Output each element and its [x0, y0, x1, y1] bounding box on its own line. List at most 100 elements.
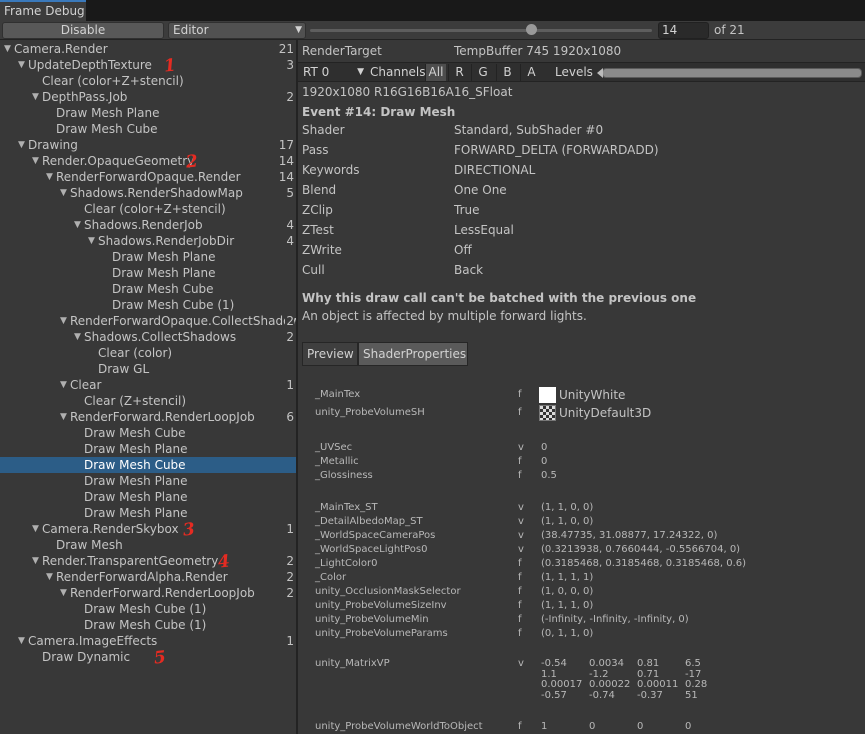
expand-arrow-icon[interactable]: ▼ [32, 89, 39, 105]
tab-shaderproperties[interactable]: ShaderProperties [358, 342, 468, 366]
expand-arrow-icon[interactable]: ▼ [60, 313, 67, 329]
target-select[interactable]: Editor ▼ [168, 22, 306, 39]
shader-property-stage: v [518, 530, 524, 541]
shader-property-name: unity_ProbeVolumeSH [315, 407, 425, 418]
tree-item[interactable]: Clear (Z+stencil) [0, 393, 296, 409]
tree-item[interactable]: Draw Mesh [0, 537, 296, 553]
tree-item[interactable]: Draw Mesh Cube (1) [0, 297, 296, 313]
expand-arrow-icon[interactable]: ▼ [46, 569, 53, 585]
tree-item-count: 2 [285, 329, 294, 345]
texture-name[interactable]: UnityDefault3D [559, 404, 651, 422]
tree-group[interactable]: ▼ RenderForward.RenderLoopJob 6 [0, 409, 296, 425]
tree-item[interactable]: Draw GL [0, 361, 296, 377]
event-slider-thumb[interactable] [526, 24, 537, 35]
expand-arrow-icon[interactable]: ▼ [18, 137, 25, 153]
expand-arrow-icon[interactable]: ▼ [60, 585, 67, 601]
texture-name[interactable]: UnityWhite [559, 386, 625, 404]
event-index-input[interactable]: 14 [658, 22, 709, 39]
expand-arrow-icon[interactable]: ▼ [88, 233, 95, 249]
tree-item[interactable]: Draw Mesh Plane [0, 473, 296, 489]
expand-arrow-icon[interactable]: ▼ [32, 553, 39, 569]
channel-button-a[interactable]: A [520, 64, 542, 81]
tree-group[interactable]: ▼ Camera.ImageEffects 1 [0, 633, 296, 649]
tree-item-label: Drawing [28, 138, 78, 152]
tree-item[interactable]: Draw Mesh Plane [0, 265, 296, 281]
texture-thumbnail[interactable] [539, 405, 556, 421]
tree-item[interactable]: Draw Mesh Plane [0, 489, 296, 505]
shader-property-row: _MainTex_ST v (1, 1, 0, 0) [298, 501, 865, 515]
rt-select-value: RT 0 [303, 65, 330, 79]
tree-item[interactable]: Clear (color) [0, 345, 296, 361]
shader-property-row: _DetailAlbedoMap_ST v (1, 1, 0, 0) [298, 515, 865, 529]
tree-group[interactable]: ▼ DepthPass.Job 2 [0, 89, 296, 105]
tree-item-label: Camera.RenderSkybox [42, 522, 179, 536]
event-slider-track[interactable] [310, 29, 652, 32]
tree-item-count: 1 [285, 633, 294, 649]
tree-group[interactable]: ▼ RenderForwardOpaque.Render 14 [0, 169, 296, 185]
shader-property-value: (1, 1, 0, 0) [541, 516, 594, 527]
expand-arrow-icon[interactable]: ▼ [18, 633, 25, 649]
tree-group[interactable]: ▼ Render.OpaqueGeometry 14 [0, 153, 296, 169]
tree-item-label: Draw Mesh Plane [56, 106, 160, 120]
rt-select[interactable]: RT 0 ▼ [300, 64, 366, 81]
shader-property-name: _Glossiness [315, 470, 373, 481]
shader-property-stage: f [518, 614, 522, 625]
expand-arrow-icon[interactable]: ▼ [60, 185, 67, 201]
channel-button-b[interactable]: B [496, 64, 518, 81]
shader-property-stage: f [518, 389, 522, 400]
tree-item[interactable]: Clear (color+Z+stencil) [0, 73, 296, 89]
tree-group[interactable]: ▼ RenderForward.RenderLoopJob 2 [0, 585, 296, 601]
expand-arrow-icon[interactable]: ▼ [60, 409, 67, 425]
tree-group[interactable]: ▼ RenderForwardOpaque.CollectShadows 2 [0, 313, 296, 329]
tab-frame-debug[interactable]: Frame Debug [0, 0, 86, 21]
expand-arrow-icon[interactable]: ▼ [18, 57, 25, 73]
tree-item-label: Draw Mesh Cube [56, 122, 158, 136]
tree-group[interactable]: ▼ Shadows.CollectShadows 2 [0, 329, 296, 345]
tree-item[interactable]: Draw Mesh Cube (1) [0, 601, 296, 617]
expand-arrow-icon[interactable]: ▼ [4, 41, 11, 57]
tree-group[interactable]: ▼ Camera.RenderSkybox 1 [0, 521, 296, 537]
matrix-cell: 0.00011 [637, 679, 679, 690]
expand-arrow-icon[interactable]: ▼ [74, 329, 81, 345]
expand-arrow-icon[interactable]: ▼ [74, 217, 81, 233]
tree-group[interactable]: ▼ Shadows.RenderJob 4 [0, 217, 296, 233]
tree-item[interactable]: Draw Mesh Cube [0, 425, 296, 441]
tree-item[interactable]: Draw Mesh Plane [0, 505, 296, 521]
tree-group[interactable]: ▼ Clear 1 [0, 377, 296, 393]
texture-thumbnail[interactable] [539, 387, 556, 403]
tree-item[interactable]: Clear (color+Z+stencil) [0, 201, 296, 217]
expand-arrow-icon[interactable]: ▼ [60, 377, 67, 393]
shader-property-stage: f [518, 470, 522, 481]
tree-group[interactable]: ▼ Camera.Render 21 [0, 41, 296, 57]
tree-item[interactable]: Draw Mesh Plane [0, 105, 296, 121]
channel-button-r[interactable]: R [448, 64, 470, 81]
tab-preview[interactable]: Preview [302, 342, 358, 366]
shader-property-stage: f [518, 721, 522, 732]
tree-item[interactable]: Draw Mesh Cube [0, 121, 296, 137]
expand-arrow-icon[interactable]: ▼ [32, 153, 39, 169]
disable-button[interactable]: Disable [2, 22, 164, 39]
tree-group[interactable]: ▼ UpdateDepthTexture 3 [0, 57, 296, 73]
tree-group[interactable]: ▼ Render.TransparentGeometry 2 [0, 553, 296, 569]
channel-button-g[interactable]: G [471, 64, 494, 81]
tree-item[interactable]: Draw Mesh Cube [0, 281, 296, 297]
tree-item[interactable]: Draw Mesh Cube [0, 457, 296, 473]
expand-arrow-icon[interactable]: ▼ [46, 169, 53, 185]
tree-item-label: Draw Dynamic [42, 650, 131, 664]
tree-item[interactable]: Draw Mesh Plane [0, 441, 296, 457]
tree-item[interactable]: Draw Dynamic [0, 649, 296, 665]
tree-group[interactable]: ▼ Drawing 17 [0, 137, 296, 153]
shader-property-stage: v [518, 442, 524, 453]
tree-group[interactable]: ▼ Shadows.RenderJobDir 4 [0, 233, 296, 249]
tree-item-count: 5 [285, 185, 294, 201]
shader-property-value: (1, 1, 0, 0) [541, 502, 594, 513]
tree-group[interactable]: ▼ Shadows.RenderShadowMap 5 [0, 185, 296, 201]
tree-group[interactable]: ▼ RenderForwardAlpha.Render 2 [0, 569, 296, 585]
shader-property-stage: f [518, 572, 522, 583]
levels-slider[interactable] [597, 68, 862, 78]
expand-arrow-icon[interactable]: ▼ [32, 521, 39, 537]
tree-item[interactable]: Draw Mesh Cube (1) [0, 617, 296, 633]
tree-item[interactable]: Draw Mesh Plane [0, 249, 296, 265]
channel-button-all[interactable]: All [425, 64, 446, 81]
event-property-row: ZWrite Off [298, 240, 865, 260]
